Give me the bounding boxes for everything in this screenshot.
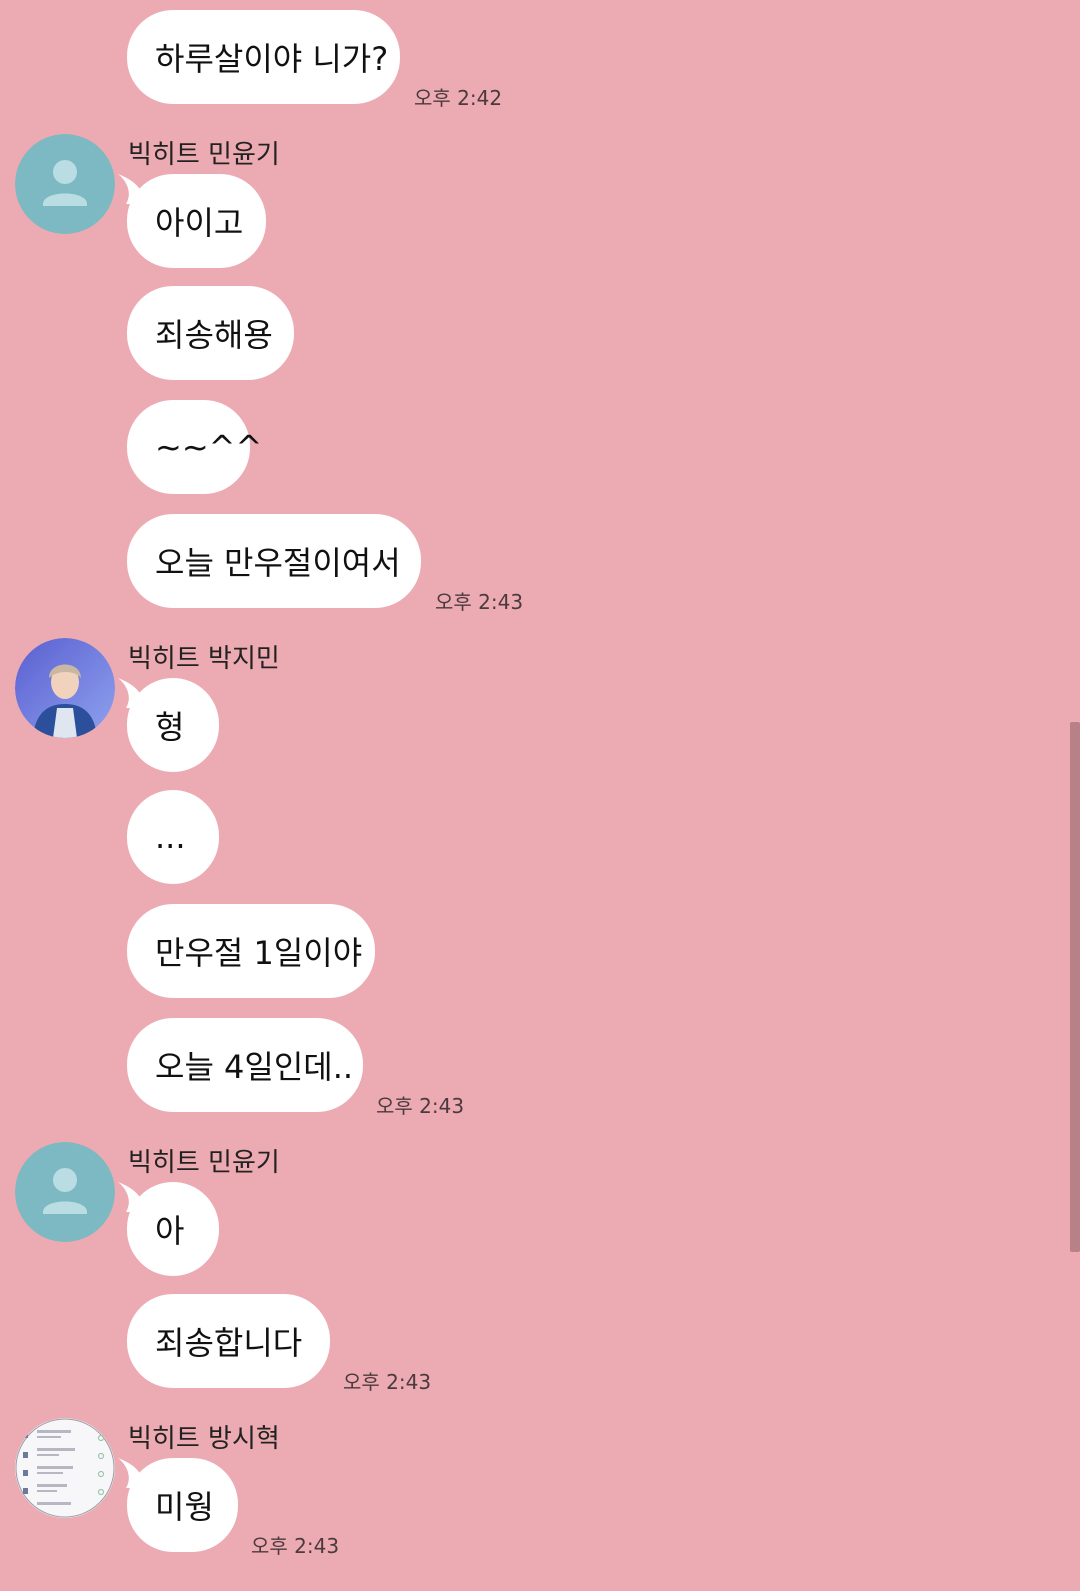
message-timestamp: 오후 2:43 [435,590,524,614]
message-bubble[interactable]: 형 [127,678,219,772]
message-text: 형 [155,708,185,746]
message-bubble[interactable]: 아 [127,1182,219,1276]
message-timestamp: 오후 2:42 [414,86,503,110]
message-text: ... [155,818,186,856]
message-text: 아 [155,1212,185,1250]
sender-name: 빅히트 박지민 [128,644,280,674]
default-profile-icon[interactable] [15,134,115,234]
message-bubble[interactable]: ~~^^ [127,400,262,494]
message-text: 오늘 만우절이여서 [155,544,401,582]
sender-name: 빅히트 민윤기 [128,140,280,170]
message-text: 미웡 [155,1488,214,1526]
message-bubble[interactable]: 오늘 4일인데.. [127,1018,363,1112]
message-bubble[interactable]: ... [127,790,219,884]
message-text: ~~^^ [155,428,263,466]
message-text: 오늘 4일인데.. [155,1048,354,1086]
message-text: 만우절 1일이야 [155,934,363,972]
default-profile-icon[interactable] [15,1142,115,1242]
list-screenshot-photo[interactable] [15,1418,115,1518]
sender-name: 빅히트 민윤기 [128,1148,280,1178]
message-timestamp: 오후 2:43 [251,1534,340,1558]
message-text: 하루살이야 니가? [155,40,389,78]
profile-photo[interactable] [15,638,115,738]
message-bubble[interactable]: 만우절 1일이야 [127,904,375,998]
message-bubble[interactable]: 죄송해용 [127,286,294,380]
message-bubble[interactable]: 죄송합니다 [127,1294,330,1388]
message-bubble[interactable]: 하루살이야 니가? [127,10,400,104]
message-bubble[interactable]: 오늘 만우절이여서 [127,514,421,608]
message-bubble[interactable]: 미웡 [127,1458,238,1552]
message-text: 죄송해용 [155,316,273,354]
message-timestamp: 오후 2:43 [376,1094,465,1118]
message-text: 아이고 [155,204,244,242]
message-text: 죄송합니다 [155,1324,303,1362]
message-timestamp: 오후 2:43 [343,1370,432,1394]
scrollbar-thumb[interactable] [1070,722,1080,1252]
message-bubble[interactable]: 아이고 [127,174,266,268]
sender-name: 빅히트 방시혁 [128,1424,280,1454]
